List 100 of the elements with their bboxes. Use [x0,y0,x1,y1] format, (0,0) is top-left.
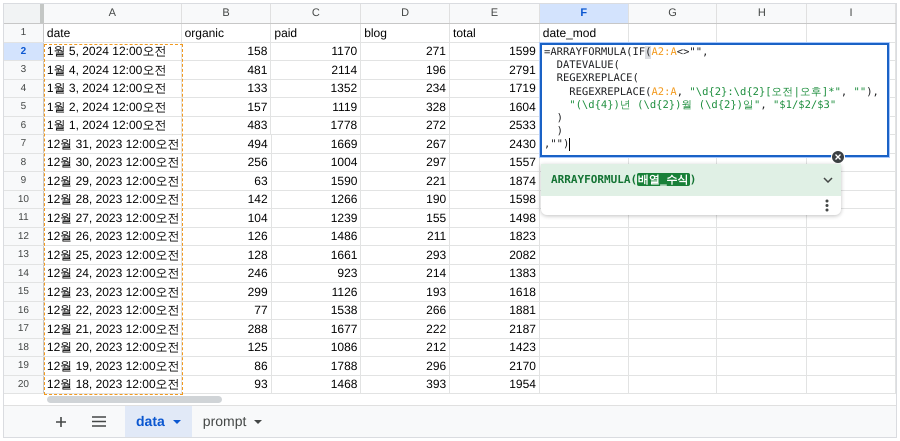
table-cell: 246 [182,264,272,282]
table-cell: 2082 [450,246,540,264]
formula-token: "(\d{4})년 (\d{2})월 (\d{2})일" [568,98,760,112]
table-cell: 288 [182,320,272,338]
table-cell: 1월 5, 2024 12:00오전 [44,42,182,60]
row-header[interactable]: 9 [4,172,44,190]
table-cell: 1954 [450,376,540,393]
row-header[interactable]: 6 [4,116,44,134]
column-header[interactable]: F [540,4,629,23]
row-header[interactable]: 8 [4,154,44,171]
table-cell: 1423 [450,338,540,356]
table-cell: total [450,24,540,42]
column-header[interactable]: C [271,4,362,23]
table-cell: 125 [182,338,272,356]
menu-icon [92,416,106,427]
row-header[interactable]: 1 [4,24,44,42]
table-cell: 196 [361,61,450,78]
formula-token: "$1/$2/$3" [772,98,836,112]
row-header[interactable]: 18 [4,338,44,356]
table-cell: 12월 19, 2023 12:00오전 [44,357,182,374]
row-header[interactable]: 4 [4,80,44,97]
column-header[interactable]: A [44,4,182,23]
table-cell: 297 [361,154,450,171]
formula-token: , [840,86,848,99]
row-header[interactable]: 10 [4,190,44,208]
table-cell: 221 [361,172,450,190]
table-cell: 1618 [450,283,540,300]
table-cell: 483 [182,116,272,134]
column-header[interactable]: H [717,4,808,23]
table-cell: 481 [182,61,272,78]
row-header[interactable]: 7 [4,135,44,152]
sheet-tab[interactable]: data [125,406,192,437]
column-header[interactable]: D [361,4,450,23]
table-cell: 1788 [272,357,362,374]
table-cell: 923 [272,264,362,282]
table-cell: 1119 [271,98,362,116]
table-cell: 1170 [271,42,362,60]
row-header[interactable]: 5 [4,98,44,116]
table-cell: 1352 [271,80,362,97]
close-icon[interactable] [831,150,845,164]
row-header[interactable]: 11 [4,209,44,226]
table-cell: 133 [182,80,272,97]
row-header[interactable]: 15 [4,283,44,300]
formula-token: ) [556,112,563,126]
table-cell: 1239 [272,209,362,226]
table-cell: 1486 [272,228,362,245]
formula-token: "" [854,86,866,99]
table-cell: paid [271,24,362,42]
formula-token: ) [556,125,563,138]
row-header[interactable]: 19 [4,357,44,374]
row-header[interactable]: 16 [4,302,44,319]
table-cell: 1498 [450,209,540,226]
column-header[interactable]: I [807,4,896,23]
table-cell: 12월 30, 2023 12:00오전 [44,154,182,171]
table-cell: 299 [182,283,272,300]
table-cell: 12월 29, 2023 12:00오전 [44,172,182,190]
formula-token: =ARRAYFORMULA(IF [544,46,646,60]
plus-icon [55,416,67,428]
more-vert-icon[interactable] [825,199,829,212]
table-cell: organic [182,24,272,42]
caret-icon [254,420,262,424]
scrollbar-thumb[interactable] [47,396,222,403]
table-cell: 393 [361,376,450,393]
table-cell: 1874 [450,172,540,190]
table-cell: 1881 [450,302,540,319]
table-cell: 1669 [272,135,362,152]
formula-token: A2:A [651,46,677,60]
row-header[interactable]: 14 [4,264,44,282]
table-cell: 1823 [450,228,540,245]
table-cell: 190 [361,190,450,208]
column-header[interactable]: B [182,4,272,23]
table-cell: 272 [361,116,450,134]
chevron-down-icon[interactable] [823,177,833,183]
table-cell: 12월 24, 2023 12:00오전 [44,264,182,282]
table-cell: 293 [361,246,450,264]
table-cell: 1266 [272,190,362,208]
row-header[interactable]: 2 [4,42,44,60]
table-cell: 256 [182,154,272,171]
row-header[interactable]: 13 [4,246,44,264]
table-cell: 296 [361,357,450,374]
row-header[interactable]: 3 [4,61,44,78]
formula-token: ,"") [544,138,570,152]
formula-token: ), [866,86,879,99]
table-cell: 1월 4, 2024 12:00오전 [44,61,182,78]
row-header[interactable]: 12 [4,228,44,245]
table-cell: 86 [182,357,272,374]
column-header[interactable]: G [628,4,718,23]
table-cell: 155 [361,209,450,226]
table-cell: 211 [361,228,450,245]
formula-token: REGEXREPLACE( [556,72,639,86]
row-header[interactable]: 17 [4,320,44,338]
table-cell: 328 [361,98,450,116]
table-cell: 1월 1, 2024 12:00오전 [44,116,182,134]
table-cell: 12월 23, 2023 12:00오전 [44,283,182,300]
formula-editor[interactable]: =ARRAYFORMULA(IF(A2:A<>"", DATEVALUE( REGEXREPLACE( REGEXREPLACE(A2:A, "\d{2}:\d{2}[오전|오후]*", ""), "(\d{4})년 (\d{2})월 (\d{2})일", "$1/$2/$3" ) ) ,"") [540,43,889,157]
sheet-tab[interactable]: prompt [192,406,274,437]
row-header[interactable]: 20 [4,376,44,393]
table-cell: 63 [182,172,272,190]
table-cell: 1086 [272,338,362,356]
table-cell: 266 [361,302,450,319]
